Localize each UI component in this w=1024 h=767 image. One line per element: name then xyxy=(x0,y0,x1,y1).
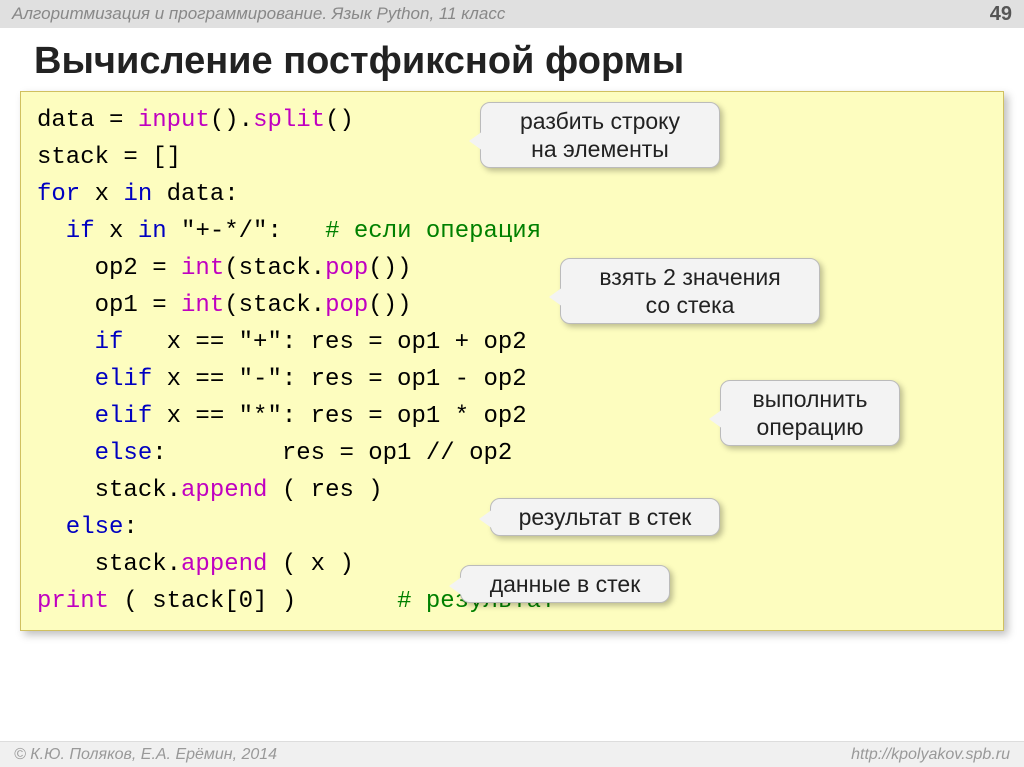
code-content: data = input().split() stack = [] for x … xyxy=(37,102,987,620)
footer-bar: © К.Ю. Поляков, Е.А. Ерёмин, 2014 http:/… xyxy=(0,741,1024,767)
callout-split: разбить строку на элементы xyxy=(480,102,720,168)
code-block: data = input().split() stack = [] for x … xyxy=(20,91,1004,631)
page-number: 49 xyxy=(990,3,1012,26)
page-title: Вычисление постфиксной формы xyxy=(0,28,1024,91)
subject-text: Алгоритмизация и программирование. Язык … xyxy=(12,4,505,24)
copyright: © К.Ю. Поляков, Е.А. Ерёмин, 2014 xyxy=(14,746,277,764)
callout-operation: выполнить операцию xyxy=(720,380,900,446)
callout-pop: взять 2 значения со стека xyxy=(560,258,820,324)
callout-result-stack: результат в стек xyxy=(490,498,720,536)
callout-data-stack: данные в стек xyxy=(460,565,670,603)
header-bar: Алгоритмизация и программирование. Язык … xyxy=(0,0,1024,28)
source-url: http://kpolyakov.spb.ru xyxy=(851,746,1010,764)
